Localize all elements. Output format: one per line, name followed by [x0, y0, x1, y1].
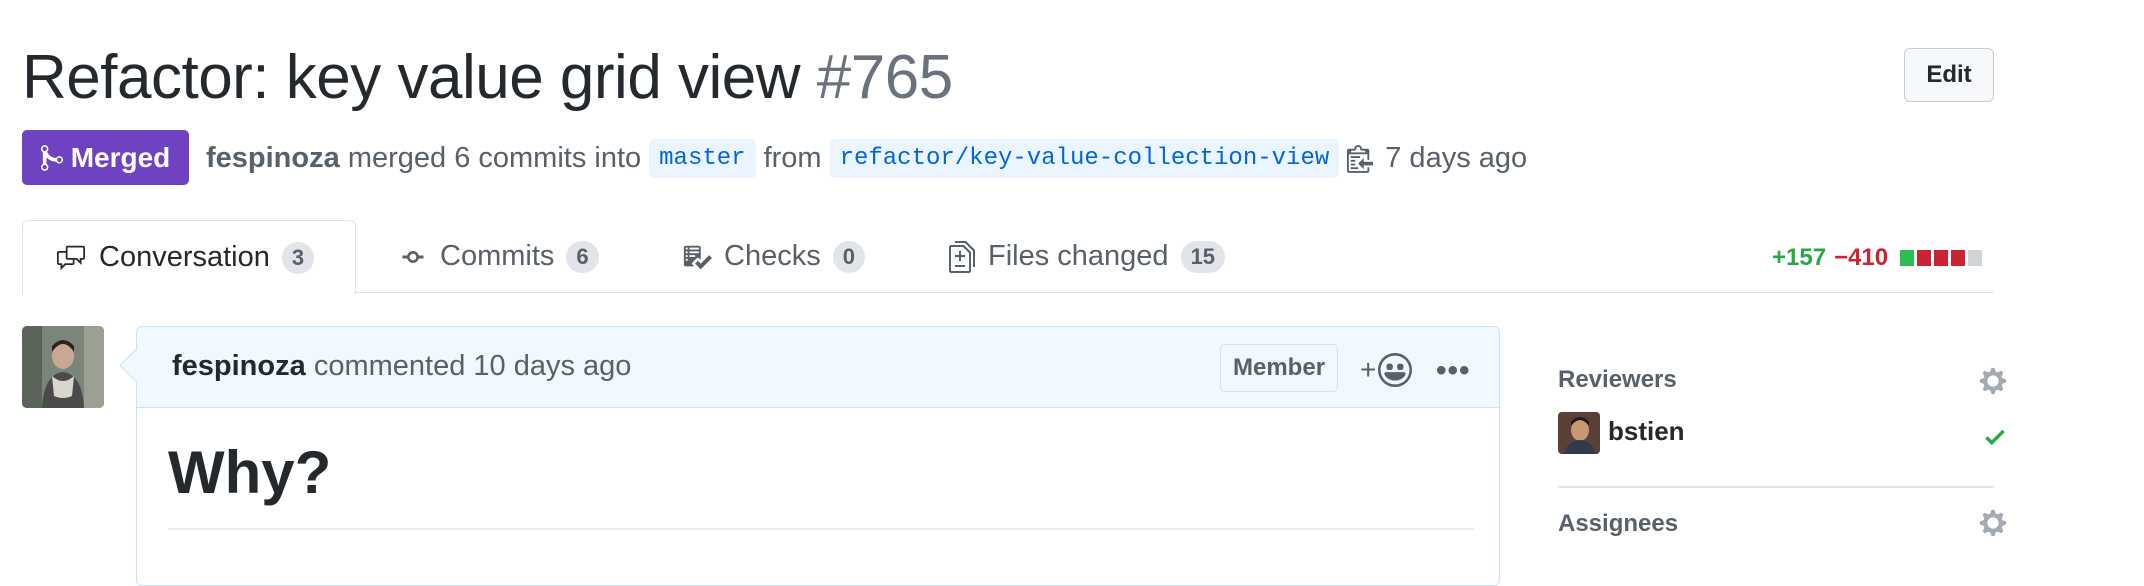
merged-state-badge: Merged [22, 130, 189, 185]
merged-text: merged 6 commits into [347, 141, 642, 174]
tab-label: Conversation [99, 241, 270, 273]
pr-title: Refactor: key value grid view #765 [22, 36, 953, 120]
tab-label: Commits [440, 240, 555, 272]
assignees-gear-icon[interactable] [1978, 508, 2008, 538]
member-badge: Member [1220, 344, 1339, 392]
pr-number: #765 [816, 43, 953, 112]
merged-label: Merged [70, 141, 171, 173]
merged-time: 7 days ago [1385, 141, 1528, 174]
comment-author[interactable]: fespinoza [172, 350, 306, 382]
comment-discussion-icon [57, 245, 85, 270]
reviewers-gear-icon[interactable] [1978, 366, 2008, 396]
tab-files-changed[interactable]: Files changed 15 [948, 220, 1226, 293]
tab-counter: 6 [566, 240, 599, 273]
from-text: from [763, 141, 822, 174]
tab-conversation[interactable]: Conversation 3 [22, 220, 356, 294]
reviewer-avatar[interactable] [1558, 412, 1600, 454]
diffstat: +157 −410 [1772, 244, 1983, 272]
tab-checks[interactable]: Checks 0 [682, 220, 865, 293]
smiley-icon [1378, 353, 1413, 387]
tab-counter: 3 [281, 241, 315, 274]
diffstat-blocks [1900, 250, 1983, 266]
merge-summary: fespinoza merged 6 commits into master f… [206, 134, 1527, 182]
diffstat-block-deleted [1951, 250, 1966, 266]
comment-options-button[interactable]: ••• [1436, 354, 1471, 388]
diffstat-block-added [1900, 250, 1915, 266]
comment-time[interactable]: 10 days ago [473, 350, 631, 382]
base-branch[interactable]: master [649, 138, 756, 178]
avatar-photo-icon [22, 326, 104, 408]
comment-body-heading: Why? [168, 439, 332, 506]
diffstat-block-deleted [1934, 250, 1949, 266]
add-reaction-button[interactable]: + [1360, 350, 1413, 390]
edit-button[interactable]: Edit [1904, 48, 1994, 102]
reviewers-heading: Reviewers [1558, 366, 1677, 393]
reviewer-photo-icon [1558, 412, 1600, 454]
avatar[interactable] [22, 326, 104, 408]
reaction-plus: + [1360, 354, 1377, 385]
additions-count: +157 [1772, 244, 1827, 271]
tab-counter: 0 [832, 240, 865, 273]
sidebar-divider [1558, 486, 1994, 488]
author-link[interactable]: fespinoza [206, 142, 340, 175]
checklist-icon [683, 245, 712, 269]
reviewer-name[interactable]: bstien [1608, 416, 1685, 447]
copy-branch-icon[interactable] [1347, 142, 1374, 174]
tab-label: Checks [724, 240, 821, 272]
comment-meta: fespinoza commented 10 days ago [172, 350, 631, 383]
diffstat-block-neutral [1968, 250, 1983, 266]
pr-title-text: Refactor: key value grid view [22, 43, 801, 112]
comment-action: commented [313, 350, 466, 382]
assignees-heading: Assignees [1558, 510, 1679, 537]
approved-check-icon [1985, 429, 2005, 446]
tab-label: Files changed [988, 240, 1169, 272]
file-diff-icon [949, 240, 975, 273]
tab-counter: 15 [1180, 240, 1226, 273]
tab-commits[interactable]: Commits 6 [398, 220, 599, 293]
head-branch[interactable]: refactor/key-value-collection-view [829, 138, 1340, 178]
deletions-count: −410 [1834, 244, 1889, 271]
git-merge-icon [40, 144, 63, 171]
diffstat-block-deleted [1917, 250, 1932, 266]
git-commit-icon [402, 250, 424, 263]
